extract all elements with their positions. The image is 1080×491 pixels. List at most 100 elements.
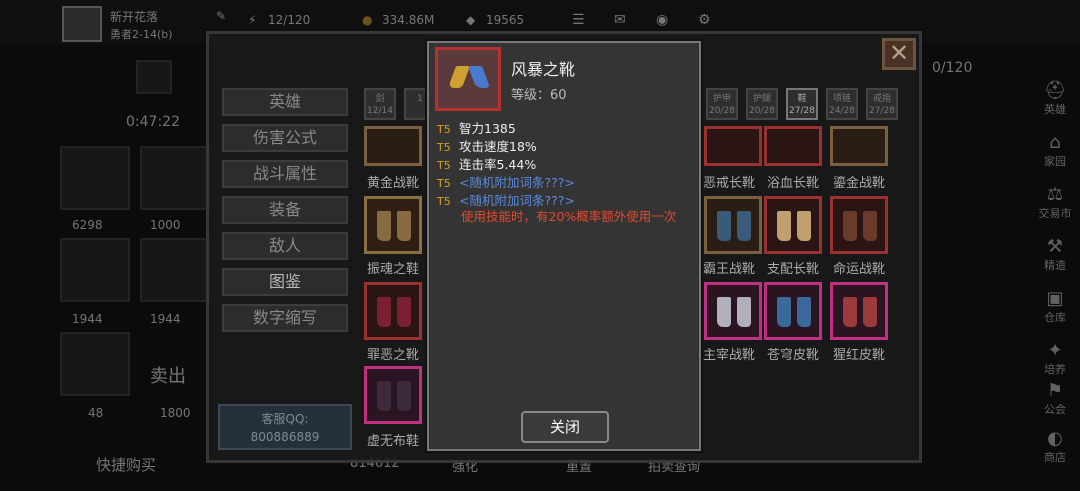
item-icon[interactable]: [830, 196, 888, 254]
gem-counter: 19565: [486, 13, 525, 27]
sell-label[interactable]: 卖出: [150, 362, 186, 388]
tier-badge: T5: [437, 141, 451, 154]
item-icon[interactable]: [764, 196, 822, 254]
item-label: 罪恶之靴: [366, 348, 419, 363]
slot-value: 1000: [150, 218, 181, 232]
stat-row: T5 攻击速度18%: [437, 136, 537, 155]
player-subtitle: 勇者2-14(b): [110, 28, 173, 41]
slot-value: 6298: [72, 218, 103, 232]
capacity-counter: 0/120: [932, 60, 973, 76]
item-label: 猩红皮靴: [832, 348, 885, 363]
rail-training[interactable]: ✦ 培养: [1034, 340, 1076, 377]
chest-icon[interactable]: [136, 60, 172, 94]
menu-damage-formula[interactable]: 伤害公式: [222, 124, 348, 152]
special-effect: 使用技能时，有20%概率额外使用一次: [461, 209, 677, 224]
item-icon[interactable]: [830, 282, 888, 340]
anvil-icon: ⚒: [1046, 236, 1064, 257]
item-icon[interactable]: [764, 126, 822, 166]
window-close-icon[interactable]: ✕: [882, 38, 916, 70]
slot-value: 1800: [160, 406, 191, 420]
tier-badge: T5: [437, 195, 451, 208]
rail-market[interactable]: ⚖ 交易市: [1034, 184, 1076, 221]
stat-text: 智力1385: [459, 121, 516, 136]
quick-buy-button[interactable]: 快捷购买: [96, 454, 156, 475]
tab-sword[interactable]: 剑 12/14: [364, 88, 396, 120]
training-icon: ✦: [1047, 340, 1063, 361]
player-avatar[interactable]: [62, 6, 102, 42]
helmet-icon: ⛑: [1043, 80, 1067, 101]
home-icon: ⌂: [1049, 132, 1061, 153]
player-name: 新开花落: [110, 10, 159, 24]
equip-slot[interactable]: [140, 146, 210, 210]
menu-combat-stats[interactable]: 战斗属性: [222, 160, 348, 188]
timer: 0:47:22: [126, 114, 180, 130]
mail-icon[interactable]: ✉: [614, 12, 626, 28]
menu-enemies[interactable]: 敌人: [222, 232, 348, 260]
item-label: 振魂之鞋: [366, 262, 419, 277]
item-icon[interactable]: [704, 196, 762, 254]
rail-forge[interactable]: ⚒ 精造: [1034, 236, 1076, 273]
tab-boots[interactable]: 鞋 27/28: [786, 88, 818, 120]
settings-icon[interactable]: ⚙: [698, 12, 711, 28]
gem-icon: ◆: [466, 13, 476, 27]
item-level: 等级：60: [511, 88, 567, 103]
tab-armor[interactable]: 护甲 20/28: [706, 88, 738, 120]
item-label: 浴血长靴: [766, 176, 819, 191]
energy-icon: ⚡: [248, 13, 257, 27]
item-label: 主宰战靴: [702, 348, 755, 363]
rail-guild[interactable]: ⚑ 公会: [1034, 380, 1076, 417]
item-label: 鎏金战靴: [832, 176, 885, 191]
energy-counter: 12/120: [268, 13, 311, 27]
item-icon[interactable]: [704, 282, 762, 340]
slot-value: 1944: [150, 312, 181, 326]
stat-row: T5 智力1385: [437, 118, 516, 137]
equip-slot[interactable]: [60, 332, 130, 396]
item-icon[interactable]: [830, 126, 888, 166]
slot-value: 48: [88, 406, 104, 420]
gold-icon: ●: [362, 13, 373, 27]
boots-icon: [435, 47, 501, 111]
menu-hero[interactable]: 英雄: [222, 88, 348, 116]
tier-badge: T5: [437, 123, 451, 136]
tier-badge: T5: [437, 177, 451, 190]
menu-encyclopedia[interactable]: 图鉴: [222, 268, 348, 296]
item-label: 支配长靴: [766, 262, 819, 277]
item-icon[interactable]: [364, 126, 422, 166]
tier-badge: T5: [437, 159, 451, 172]
menu-equipment[interactable]: 装备: [222, 196, 348, 224]
rail-home[interactable]: ⌂ 家园: [1034, 132, 1076, 169]
item-icon[interactable]: [364, 282, 422, 340]
item-icon[interactable]: [364, 366, 422, 424]
stat-row: T5 连击率5.44%: [437, 154, 536, 173]
box-icon: ▣: [1046, 288, 1064, 309]
guild-icon: ⚑: [1046, 380, 1064, 401]
gamepad-icon[interactable]: ◉: [656, 12, 668, 28]
item-label: 苍穹皮靴: [766, 348, 819, 363]
item-name: 风暴之靴: [511, 60, 576, 79]
stat-text: 攻击速度18%: [459, 139, 537, 154]
stat-text: <随机附加词条???>: [459, 175, 575, 190]
tab-leggings[interactable]: 护腿 20/28: [746, 88, 778, 120]
equip-slot[interactable]: [140, 238, 210, 302]
rail-shop[interactable]: ◐ 商店: [1034, 428, 1076, 465]
shop-icon: ◐: [1047, 428, 1063, 449]
customer-service-box[interactable]: 客服QQ: 800886889: [218, 404, 352, 450]
item-label: 虚无布鞋: [366, 434, 419, 449]
tab-ring[interactable]: 戒指 27/28: [866, 88, 898, 120]
item-icon[interactable]: [704, 126, 762, 166]
rail-hero[interactable]: ⛑ 英雄: [1034, 80, 1076, 117]
close-button[interactable]: 关闭: [521, 411, 609, 443]
tab-necklace[interactable]: 项链 24/28: [826, 88, 858, 120]
item-icon[interactable]: [364, 196, 422, 254]
item-icon[interactable]: [764, 282, 822, 340]
gold-counter: 334.86M: [382, 13, 435, 27]
edit-icon[interactable]: ✎: [216, 9, 226, 23]
market-icon: ⚖: [1046, 184, 1064, 205]
equip-slot[interactable]: [60, 238, 130, 302]
item-label: 黄金战靴: [366, 176, 419, 191]
menu-number-abbrev[interactable]: 数字缩写: [222, 304, 348, 332]
menu-icon[interactable]: ☰: [572, 12, 585, 28]
service-number: 800886889: [250, 430, 320, 444]
equip-slot[interactable]: [60, 146, 130, 210]
rail-storage[interactable]: ▣ 仓库: [1034, 288, 1076, 325]
